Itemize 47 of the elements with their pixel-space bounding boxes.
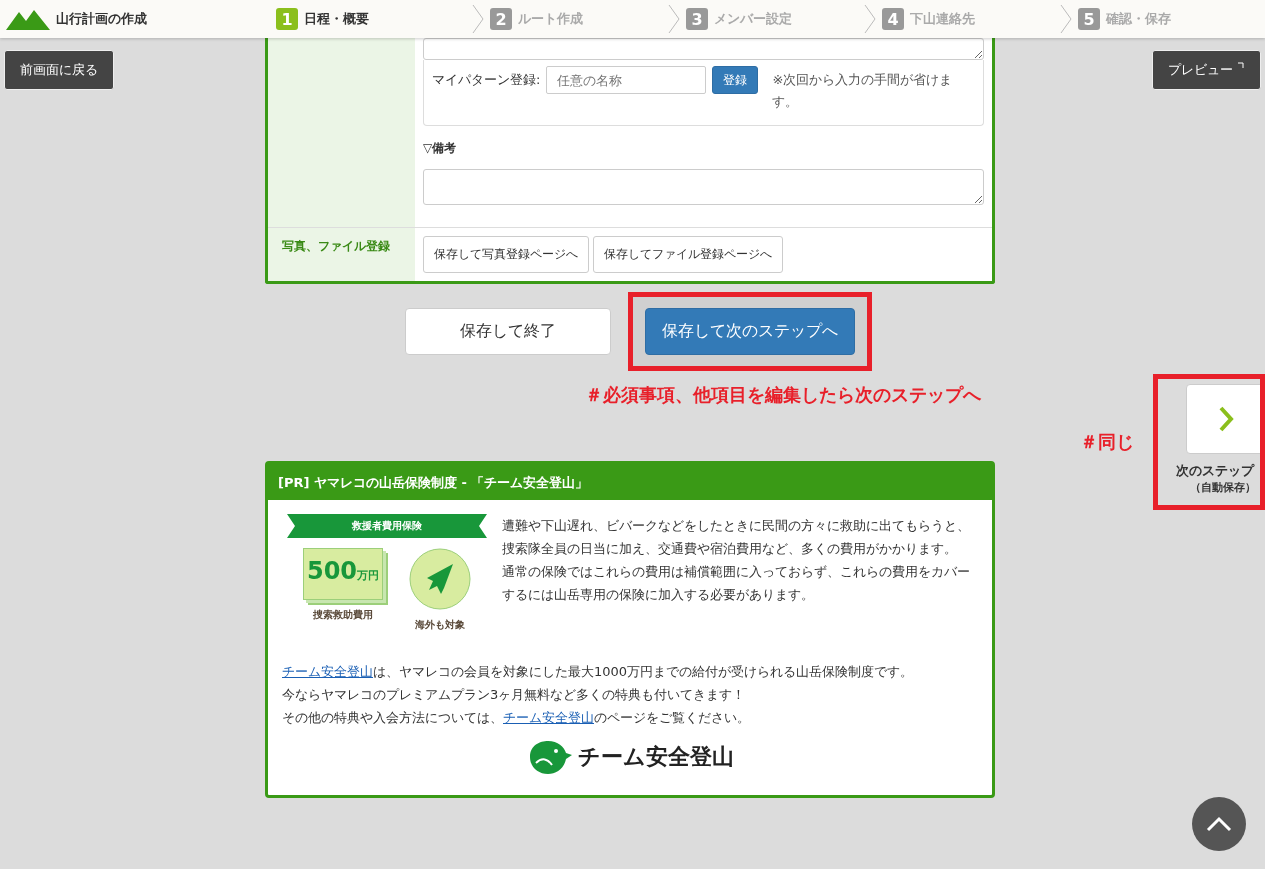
step-number: 2: [490, 8, 512, 30]
scroll-top-button[interactable]: [1192, 797, 1246, 851]
chevron-icon: [472, 4, 484, 34]
pattern-name-field[interactable]: 任意の名称: [546, 66, 707, 94]
pattern-note: ※次回から入力の手間が省けます。: [772, 71, 954, 111]
chevron-icon: [1060, 4, 1072, 34]
next-step-button[interactable]: [1186, 384, 1260, 454]
caption: 捜索救助費用: [313, 608, 373, 622]
body-text: は、ヤマレコの会員を対象にした最大1000万円までの給付が受けられる山岳保険制度です。: [373, 664, 914, 679]
body-text: のページをご覧ください。: [594, 710, 750, 725]
app-title: 山行計画の作成: [56, 10, 147, 28]
body-text: 今ならヤマレコのプレミアムプラン3ヶ月無料など多くの特典も付いてきます！: [282, 687, 746, 702]
ribbon-banner: 救援者費用保険: [287, 514, 487, 538]
mountain-logo-icon: [6, 8, 50, 30]
annotation-text: ＃同じ: [1080, 430, 1134, 454]
step-number: 4: [882, 8, 904, 30]
upload-page-button[interactable]: 保存してファイル登録ページへ: [593, 236, 783, 273]
preview-button[interactable]: プレビュー: [1152, 50, 1261, 90]
link[interactable]: チーム安全登山: [282, 664, 373, 679]
logo-text: チーム安全登山: [578, 743, 734, 771]
chevron-up-icon: [1206, 816, 1232, 832]
upload-page-button[interactable]: 保存して写真登録ページへ: [423, 236, 589, 273]
photo-file-label: 写真、ファイル登録: [268, 227, 415, 281]
step-number: 1: [276, 8, 298, 30]
pattern-label: マイパターン登録:: [432, 71, 541, 89]
register-button[interactable]: 登録: [712, 66, 759, 94]
remarks-field[interactable]: [423, 169, 984, 205]
chevron-right-icon: [1218, 405, 1234, 433]
body-text: その他の特典や入会方法については、: [282, 710, 503, 725]
remarks-label: ▽備考: [423, 140, 458, 157]
link[interactable]: チーム安全登山: [503, 710, 594, 725]
step-tab[interactable]: 日程・概要: [304, 10, 369, 28]
next-step-label: 次のステップ: [1176, 462, 1254, 480]
chevron-icon: [668, 4, 680, 34]
step-number: 5: [1078, 8, 1100, 30]
save-exit-button[interactable]: 保存して終了: [405, 308, 611, 355]
caption: 海外も対象: [415, 618, 465, 632]
annotation-text: ＃必須事項、他項目を編集したら次のステップへ: [584, 383, 982, 407]
intro-text: 遭難や下山遅れ、ビバークなどをしたときに民間の方々に救助に出てもらうと、捜索隊全員の日当に加え、交通費や宿泊費用など、多くの費用がかかります。 通常の保険ではこれらの費用は補償範囲に入っておらず、これらの費用をカバーするには山岳専用の保険に加入する必要があります。: [502, 517, 971, 604]
chevron-icon: [864, 4, 876, 34]
textarea-field[interactable]: [423, 38, 984, 60]
pr-title: [PR] ヤマレコの山岳保険制度 - 「チーム安全登山」: [268, 464, 992, 500]
back-button[interactable]: 前画面に戻る: [4, 50, 114, 90]
auto-save-label: （自動保存）: [1190, 480, 1256, 495]
step-number: 3: [686, 8, 708, 30]
save-next-button[interactable]: 保存して次のステップへ: [645, 308, 855, 355]
external-link-icon: [1237, 61, 1245, 69]
